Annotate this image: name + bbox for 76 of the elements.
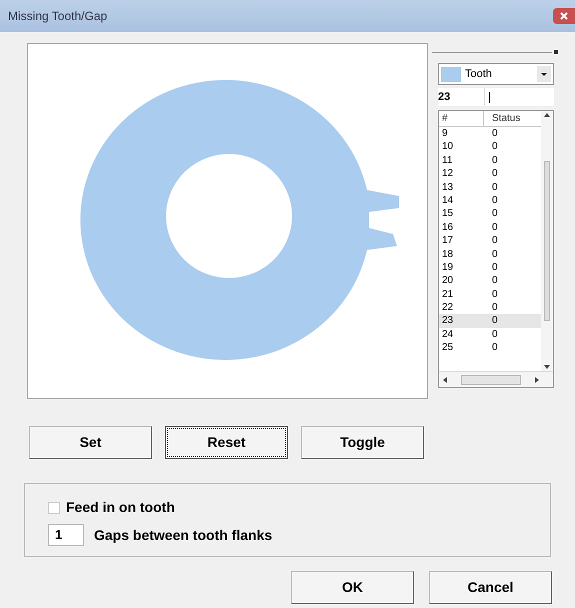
row-number: 22 (441, 301, 454, 314)
list-row[interactable]: 18 0 (439, 248, 541, 261)
list-row[interactable]: 15 0 (439, 207, 541, 221)
down-arrow-icon (544, 365, 550, 369)
row-status: 0 (491, 167, 499, 181)
list-row[interactable]: 17 0 (439, 234, 541, 248)
row-status: 0 (491, 207, 499, 221)
list-row[interactable]: 13 0 (439, 180, 541, 194)
list-row[interactable]: 23 0 (439, 314, 541, 328)
up-arrow-icon (544, 113, 550, 117)
caret-icon (537, 66, 551, 82)
list-row[interactable]: 24 0 (439, 328, 541, 342)
row-number: 23 (441, 314, 454, 328)
list-row[interactable]: 22 0 (439, 301, 541, 314)
row-status: 0 (491, 127, 499, 140)
close-button[interactable] (553, 8, 575, 24)
dialog-button[interactable]: Cancel (429, 571, 552, 604)
feed-checkbox[interactable] (48, 502, 60, 514)
list-row[interactable]: 12 0 (439, 167, 541, 181)
row-status: 0 (491, 154, 499, 168)
row-status: 0 (491, 220, 499, 234)
dialog-button[interactable]: OK (291, 571, 414, 604)
row-number: 24 (441, 328, 454, 342)
row-status: 0 (491, 274, 499, 288)
row-number: 12 (441, 167, 454, 181)
horizontal-scrollbar[interactable] (439, 371, 553, 387)
text-cursor-icon (489, 92, 490, 102)
row-status: 0 (491, 314, 499, 328)
feed-label: Feed in on tooth (66, 498, 175, 517)
row-status: 0 (491, 140, 499, 154)
list-row[interactable]: 11 0 (439, 154, 541, 168)
list-row[interactable]: 19 0 (439, 260, 541, 274)
action-button[interactable]: Set (29, 426, 152, 459)
row-status: 0 (491, 260, 499, 274)
action-button[interactable]: Toggle (301, 426, 424, 459)
row-status: 0 (491, 288, 499, 302)
list-row[interactable]: 16 0 (439, 220, 541, 234)
row-number: 19 (441, 260, 454, 274)
vertical-scrollbar[interactable] (541, 111, 553, 371)
list-row[interactable]: 25 0 (439, 341, 541, 355)
row-number: 25 (441, 341, 454, 355)
left-arrow-icon (443, 376, 447, 382)
row-status: 0 (491, 234, 499, 248)
row-status: 0 (491, 194, 499, 208)
window-title: Missing Tooth/Gap (8, 8, 108, 25)
row-status: 0 (491, 301, 499, 314)
row-status: 0 (491, 328, 499, 342)
gaps-field[interactable]: 1 (48, 524, 84, 546)
row-number: 21 (441, 288, 454, 302)
row-number: 17 (441, 234, 454, 248)
type-dropdown[interactable]: Tooth (438, 63, 554, 85)
gaps-label: Gaps between tooth flanks (94, 526, 272, 545)
row-status: 0 (491, 248, 499, 261)
row-number: 10 (441, 140, 454, 154)
row-number: 18 (441, 248, 454, 261)
close-icon (560, 12, 568, 20)
row-number: 11 (441, 154, 454, 168)
right-arrow-icon (535, 376, 539, 382)
list-row[interactable]: 9 0 (439, 127, 541, 140)
list-row[interactable]: 20 0 (439, 274, 541, 288)
list-row[interactable]: 14 0 (439, 194, 541, 208)
list-row[interactable]: 10 0 (439, 140, 541, 154)
row-status: 0 (491, 180, 499, 194)
row-number: 9 (441, 127, 449, 140)
list-row[interactable]: 21 0 (439, 288, 541, 302)
pin-icon[interactable] (552, 48, 560, 56)
row-status: 0 (491, 341, 499, 355)
column-header[interactable]: # (439, 111, 484, 126)
row-number: 16 (441, 220, 454, 234)
row-number: 15 (441, 207, 454, 221)
row-number: 14 (441, 194, 454, 208)
index-label: 23 (438, 90, 452, 105)
row-number: 20 (441, 274, 454, 288)
row-number: 13 (441, 180, 454, 194)
action-button[interactable]: Reset (165, 426, 288, 459)
column-header[interactable]: Status (484, 111, 541, 126)
